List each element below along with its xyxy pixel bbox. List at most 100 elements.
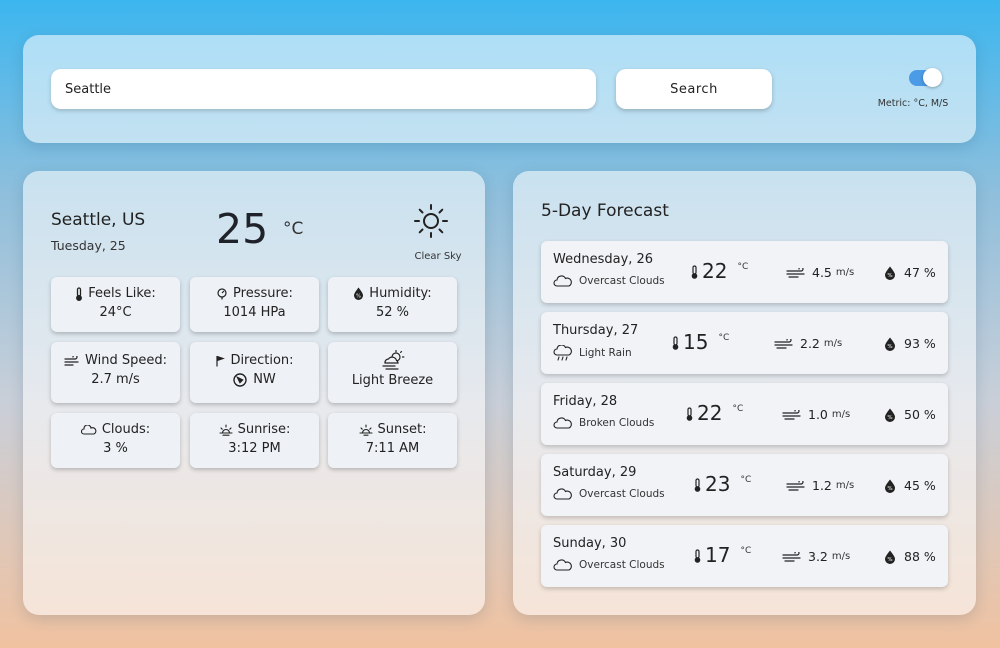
sunset-value: 7:11 AM — [365, 441, 420, 456]
clouds-label: Clouds: — [101, 422, 151, 437]
cloud-icon — [553, 275, 572, 287]
current-temperature: 25 — [216, 205, 269, 253]
svg-text:%: % — [887, 557, 892, 563]
forecast-wind: 3.2 — [808, 549, 828, 564]
svg-text:%: % — [887, 273, 892, 279]
rain-icon — [553, 345, 572, 361]
compass-icon — [233, 372, 247, 387]
humidity-icon: % — [354, 287, 364, 300]
forecast-temp-unit: °C — [740, 546, 752, 556]
forecast-temp-unit: °C — [732, 404, 744, 414]
feels-like-label: Feels Like: — [88, 286, 156, 301]
forecast-temp: 23 — [705, 472, 731, 496]
thermometer-icon — [694, 549, 701, 563]
forecast-row: Saturday, 29 Overcast Clouds 23 °C 1.2 m… — [541, 454, 948, 516]
sunrise-tile: Sunrise: 3:12 PM — [190, 413, 319, 468]
forecast-temp: 17 — [705, 543, 731, 567]
pressure-value: 1014 HPa — [223, 305, 286, 320]
wind-speed-value: 2.7 m/s — [91, 372, 140, 387]
forecast-condition: Overcast Clouds — [579, 487, 665, 500]
direction-tile: Direction: NW — [190, 342, 319, 403]
current-condition: Clear Sky — [414, 251, 462, 262]
direction-label: Direction: — [230, 353, 294, 368]
forecast-wind-unit: m/s — [835, 267, 855, 278]
svg-text:%: % — [887, 415, 892, 421]
thermometer-icon — [694, 478, 701, 492]
forecast-humidity: 47 % — [904, 265, 936, 280]
forecast-condition: Light Rain — [579, 347, 632, 359]
wind-icon — [774, 338, 793, 349]
breeze-tile: Light Breeze — [328, 342, 457, 403]
forecast-humidity: 50 % — [904, 407, 936, 422]
wind-icon — [782, 551, 801, 562]
forecast-wind-unit: m/s — [831, 551, 851, 562]
temperature-unit: °C — [283, 219, 304, 239]
search-button[interactable]: Search — [616, 69, 772, 109]
wind-icon — [786, 267, 805, 278]
forecast-temp: 22 — [702, 259, 728, 283]
forecast-day: Sunday, 30 — [553, 536, 627, 551]
humidity-tile: % Humidity: 52 % — [328, 277, 457, 332]
forecast-day: Friday, 28 — [553, 394, 618, 409]
cloud-icon — [553, 417, 572, 429]
clouds-value: 3 % — [103, 441, 128, 456]
forecast-row: Friday, 28 Broken Clouds 22 °C 1.0 m/s %… — [541, 383, 948, 445]
current-weather-panel: Seattle, US Tuesday, 25 25 °C Clear Sky … — [23, 171, 485, 615]
svg-text:%: % — [356, 294, 361, 300]
forecast-temp-unit: °C — [737, 262, 749, 272]
pressure-label: Pressure: — [233, 286, 293, 301]
thermometer-icon — [686, 407, 693, 421]
forecast-humidity: 45 % — [904, 478, 936, 493]
direction-value: NW — [253, 372, 276, 387]
forecast-row: Thursday, 27 Light Rain 15 °C 2.2 m/s % … — [541, 312, 948, 374]
feels-like-value: 24°C — [99, 305, 132, 320]
cloud-icon — [553, 488, 572, 500]
wind-speed-tile: Wind Speed: 2.7 m/s — [51, 342, 180, 403]
forecast-temp-unit: °C — [718, 333, 730, 343]
humidity-icon: % — [885, 550, 895, 564]
forecast-temp: 15 — [683, 330, 709, 354]
forecast-humidity: 93 % — [904, 336, 936, 351]
forecast-row: Sunday, 30 Overcast Clouds 17 °C 3.2 m/s… — [541, 525, 948, 587]
wind-speed-label: Wind Speed: — [85, 353, 167, 368]
pressure-tile: Pressure: 1014 HPa — [190, 277, 319, 332]
cloud-icon — [553, 559, 572, 571]
forecast-day: Wednesday, 26 — [553, 252, 654, 267]
sunset-icon — [358, 423, 373, 436]
humidity-icon: % — [885, 337, 895, 351]
feels-like-tile: Feels Like: 24°C — [51, 277, 180, 332]
cloud-icon — [80, 424, 97, 435]
sunrise-label: Sunrise: — [237, 422, 291, 437]
humidity-label: Humidity: — [369, 286, 432, 301]
forecast-wind: 1.2 — [812, 478, 832, 493]
forecast-condition: Overcast Clouds — [579, 558, 665, 571]
humidity-icon: % — [885, 408, 895, 422]
wind-icon — [782, 409, 801, 420]
breeze-label: Light Breeze — [351, 373, 434, 388]
humidity-icon: % — [885, 266, 895, 280]
thermometer-icon — [691, 265, 698, 279]
toggle-knob — [923, 68, 942, 87]
forecast-day: Saturday, 29 — [553, 465, 637, 480]
forecast-condition: Broken Clouds — [579, 416, 655, 429]
forecast-wind: 1.0 — [808, 407, 828, 422]
wind-icon — [64, 355, 79, 366]
forecast-wind-unit: m/s — [823, 338, 843, 349]
sunset-label: Sunset: — [377, 422, 427, 437]
forecast-wind-unit: m/s — [831, 409, 851, 420]
units-label: Metric: °C, M/S — [877, 98, 949, 109]
sunrise-icon — [219, 423, 233, 436]
clouds-tile: Clouds: 3 % — [51, 413, 180, 468]
forecast-temp-unit: °C — [740, 475, 752, 485]
units-toggle[interactable] — [909, 68, 942, 87]
search-input[interactable] — [51, 69, 596, 109]
forecast-wind-unit: m/s — [835, 480, 855, 491]
forecast-condition: Overcast Clouds — [579, 274, 665, 287]
city-name: Seattle, US — [51, 210, 146, 230]
forecast-humidity: 88 % — [904, 549, 936, 564]
flag-icon — [216, 355, 226, 366]
forecast-wind: 2.2 — [800, 336, 820, 351]
wind-icon — [786, 480, 805, 491]
forecast-day: Thursday, 27 — [553, 323, 639, 338]
pressure-icon — [217, 287, 227, 299]
